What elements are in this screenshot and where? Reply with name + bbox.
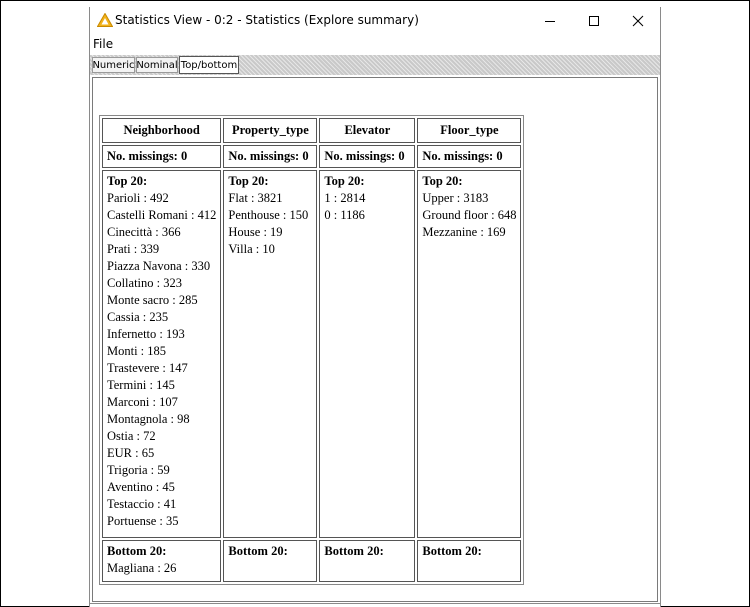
missing-count-property-type: No. missings: 0 xyxy=(223,145,318,168)
menu-file[interactable]: File xyxy=(93,37,113,51)
top-value-item: Penthouse : 150 xyxy=(228,208,309,222)
column-header-property-type: Property_type xyxy=(223,118,318,143)
bottom-label: Bottom 20: xyxy=(422,544,482,558)
maximize-button[interactable] xyxy=(572,7,616,35)
top-value-item: Piazza Navona : 330 xyxy=(107,259,211,273)
window-title: Statistics View - 0:2 - Statistics (Expl… xyxy=(115,13,419,27)
bottom-values-elevator: Bottom 20: xyxy=(319,540,416,582)
top-value-item: Marconi : 107 xyxy=(107,395,178,409)
top-values-floor-type: Top 20: Upper : 3183 Ground floor : 648 Me… xyxy=(417,170,522,538)
top-value-item: Trastevere : 147 xyxy=(107,361,188,375)
minimize-button[interactable] xyxy=(528,7,572,35)
warning-triangle-icon xyxy=(97,13,113,27)
tab-numeric[interactable]: Numeric xyxy=(92,57,135,73)
top-values-neighborhood: Top 20: Parioli : 492 Castelli Romani : 4… xyxy=(102,170,222,538)
top-value-item: Villa : 10 xyxy=(228,242,275,256)
top-value-item: Termini : 145 xyxy=(107,378,175,392)
missings-row: No. missings: 0 No. missings: 0 No. miss… xyxy=(102,145,522,168)
top-label: Top 20: xyxy=(107,174,148,188)
missing-count-elevator: No. missings: 0 xyxy=(319,145,416,168)
bottom-values-property-type: Bottom 20: xyxy=(223,540,318,582)
top-value-item: Upper : 3183 xyxy=(422,191,489,205)
column-header-neighborhood: Neighborhood xyxy=(102,118,222,143)
top-value-item: Monti : 185 xyxy=(107,344,167,358)
menu-bar: File xyxy=(90,35,660,55)
bottom-values-row: Bottom 20: Magliana : 26 Bottom 20: Bott… xyxy=(102,540,522,582)
bottom-value-item: Magliana : 26 xyxy=(107,561,177,575)
minimize-icon xyxy=(545,21,555,22)
missing-count-neighborhood: No. missings: 0 xyxy=(102,145,222,168)
tab-nominal[interactable]: Nominal xyxy=(136,57,178,73)
top-values-property-type: Top 20: Flat : 3821 Penthouse : 150 House … xyxy=(223,170,318,538)
top-value-item: Monte sacro : 285 xyxy=(107,293,198,307)
top-value-item: Castelli Romani : 412 xyxy=(107,208,217,222)
tab-strip: Numeric Nominal Top/bottom xyxy=(90,55,660,75)
bottom-label: Bottom 20: xyxy=(324,544,384,558)
close-button[interactable] xyxy=(616,7,660,35)
top-value-item: Portuense : 35 xyxy=(107,514,179,528)
top-value-item: Flat : 3821 xyxy=(228,191,283,205)
top-value-item: Aventino : 45 xyxy=(107,480,175,494)
top-value-item: Prati : 339 xyxy=(107,242,160,256)
bottom-values-floor-type: Bottom 20: xyxy=(417,540,522,582)
header-row: Neighborhood Property_type Elevator Floo… xyxy=(102,118,522,143)
top-value-item: 0 : 1186 xyxy=(324,208,365,222)
top-value-item: Testaccio : 41 xyxy=(107,497,177,511)
top-value-item: House : 19 xyxy=(228,225,283,239)
top-bottom-table: Neighborhood Property_type Elevator Floo… xyxy=(99,115,525,585)
top-value-item: Mezzanine : 169 xyxy=(422,225,506,239)
window-bottom-border xyxy=(90,603,660,604)
top-label: Top 20: xyxy=(228,174,269,188)
top-value-item: Collatino : 323 xyxy=(107,276,182,290)
statistics-content-panel[interactable]: Neighborhood Property_type Elevator Floo… xyxy=(92,77,658,602)
top-value-item: Cassia : 235 xyxy=(107,310,169,324)
missing-count-floor-type: No. missings: 0 xyxy=(417,145,522,168)
top-value-item: Ostia : 72 xyxy=(107,429,156,443)
top-value-item: Montagnola : 98 xyxy=(107,412,190,426)
top-value-item: Trigoria : 59 xyxy=(107,463,170,477)
statistics-window: Statistics View - 0:2 - Statistics (Expl… xyxy=(89,7,661,607)
maximize-icon xyxy=(589,16,599,26)
column-header-elevator: Elevator xyxy=(319,118,416,143)
top-label: Top 20: xyxy=(422,174,463,188)
top-value-item: Cinecittà : 366 xyxy=(107,225,181,239)
top-value-item: Parioli : 492 xyxy=(107,191,169,205)
tab-top-bottom[interactable]: Top/bottom xyxy=(179,56,239,74)
column-header-floor-type: Floor_type xyxy=(417,118,522,143)
top-value-item: Infernetto : 193 xyxy=(107,327,185,341)
bottom-values-neighborhood: Bottom 20: Magliana : 26 xyxy=(102,540,222,582)
top-values-row: Top 20: Parioli : 492 Castelli Romani : 4… xyxy=(102,170,522,538)
title-bar[interactable]: Statistics View - 0:2 - Statistics (Expl… xyxy=(90,7,660,35)
bottom-label: Bottom 20: xyxy=(107,544,167,558)
bottom-label: Bottom 20: xyxy=(228,544,288,558)
top-value-item: 1 : 2814 xyxy=(324,191,366,205)
top-value-item: EUR : 65 xyxy=(107,446,155,460)
top-value-item: Ground floor : 648 xyxy=(422,208,517,222)
top-label: Top 20: xyxy=(324,174,365,188)
top-values-elevator: Top 20: 1 : 2814 0 : 1186 xyxy=(319,170,416,538)
close-icon xyxy=(632,15,644,27)
